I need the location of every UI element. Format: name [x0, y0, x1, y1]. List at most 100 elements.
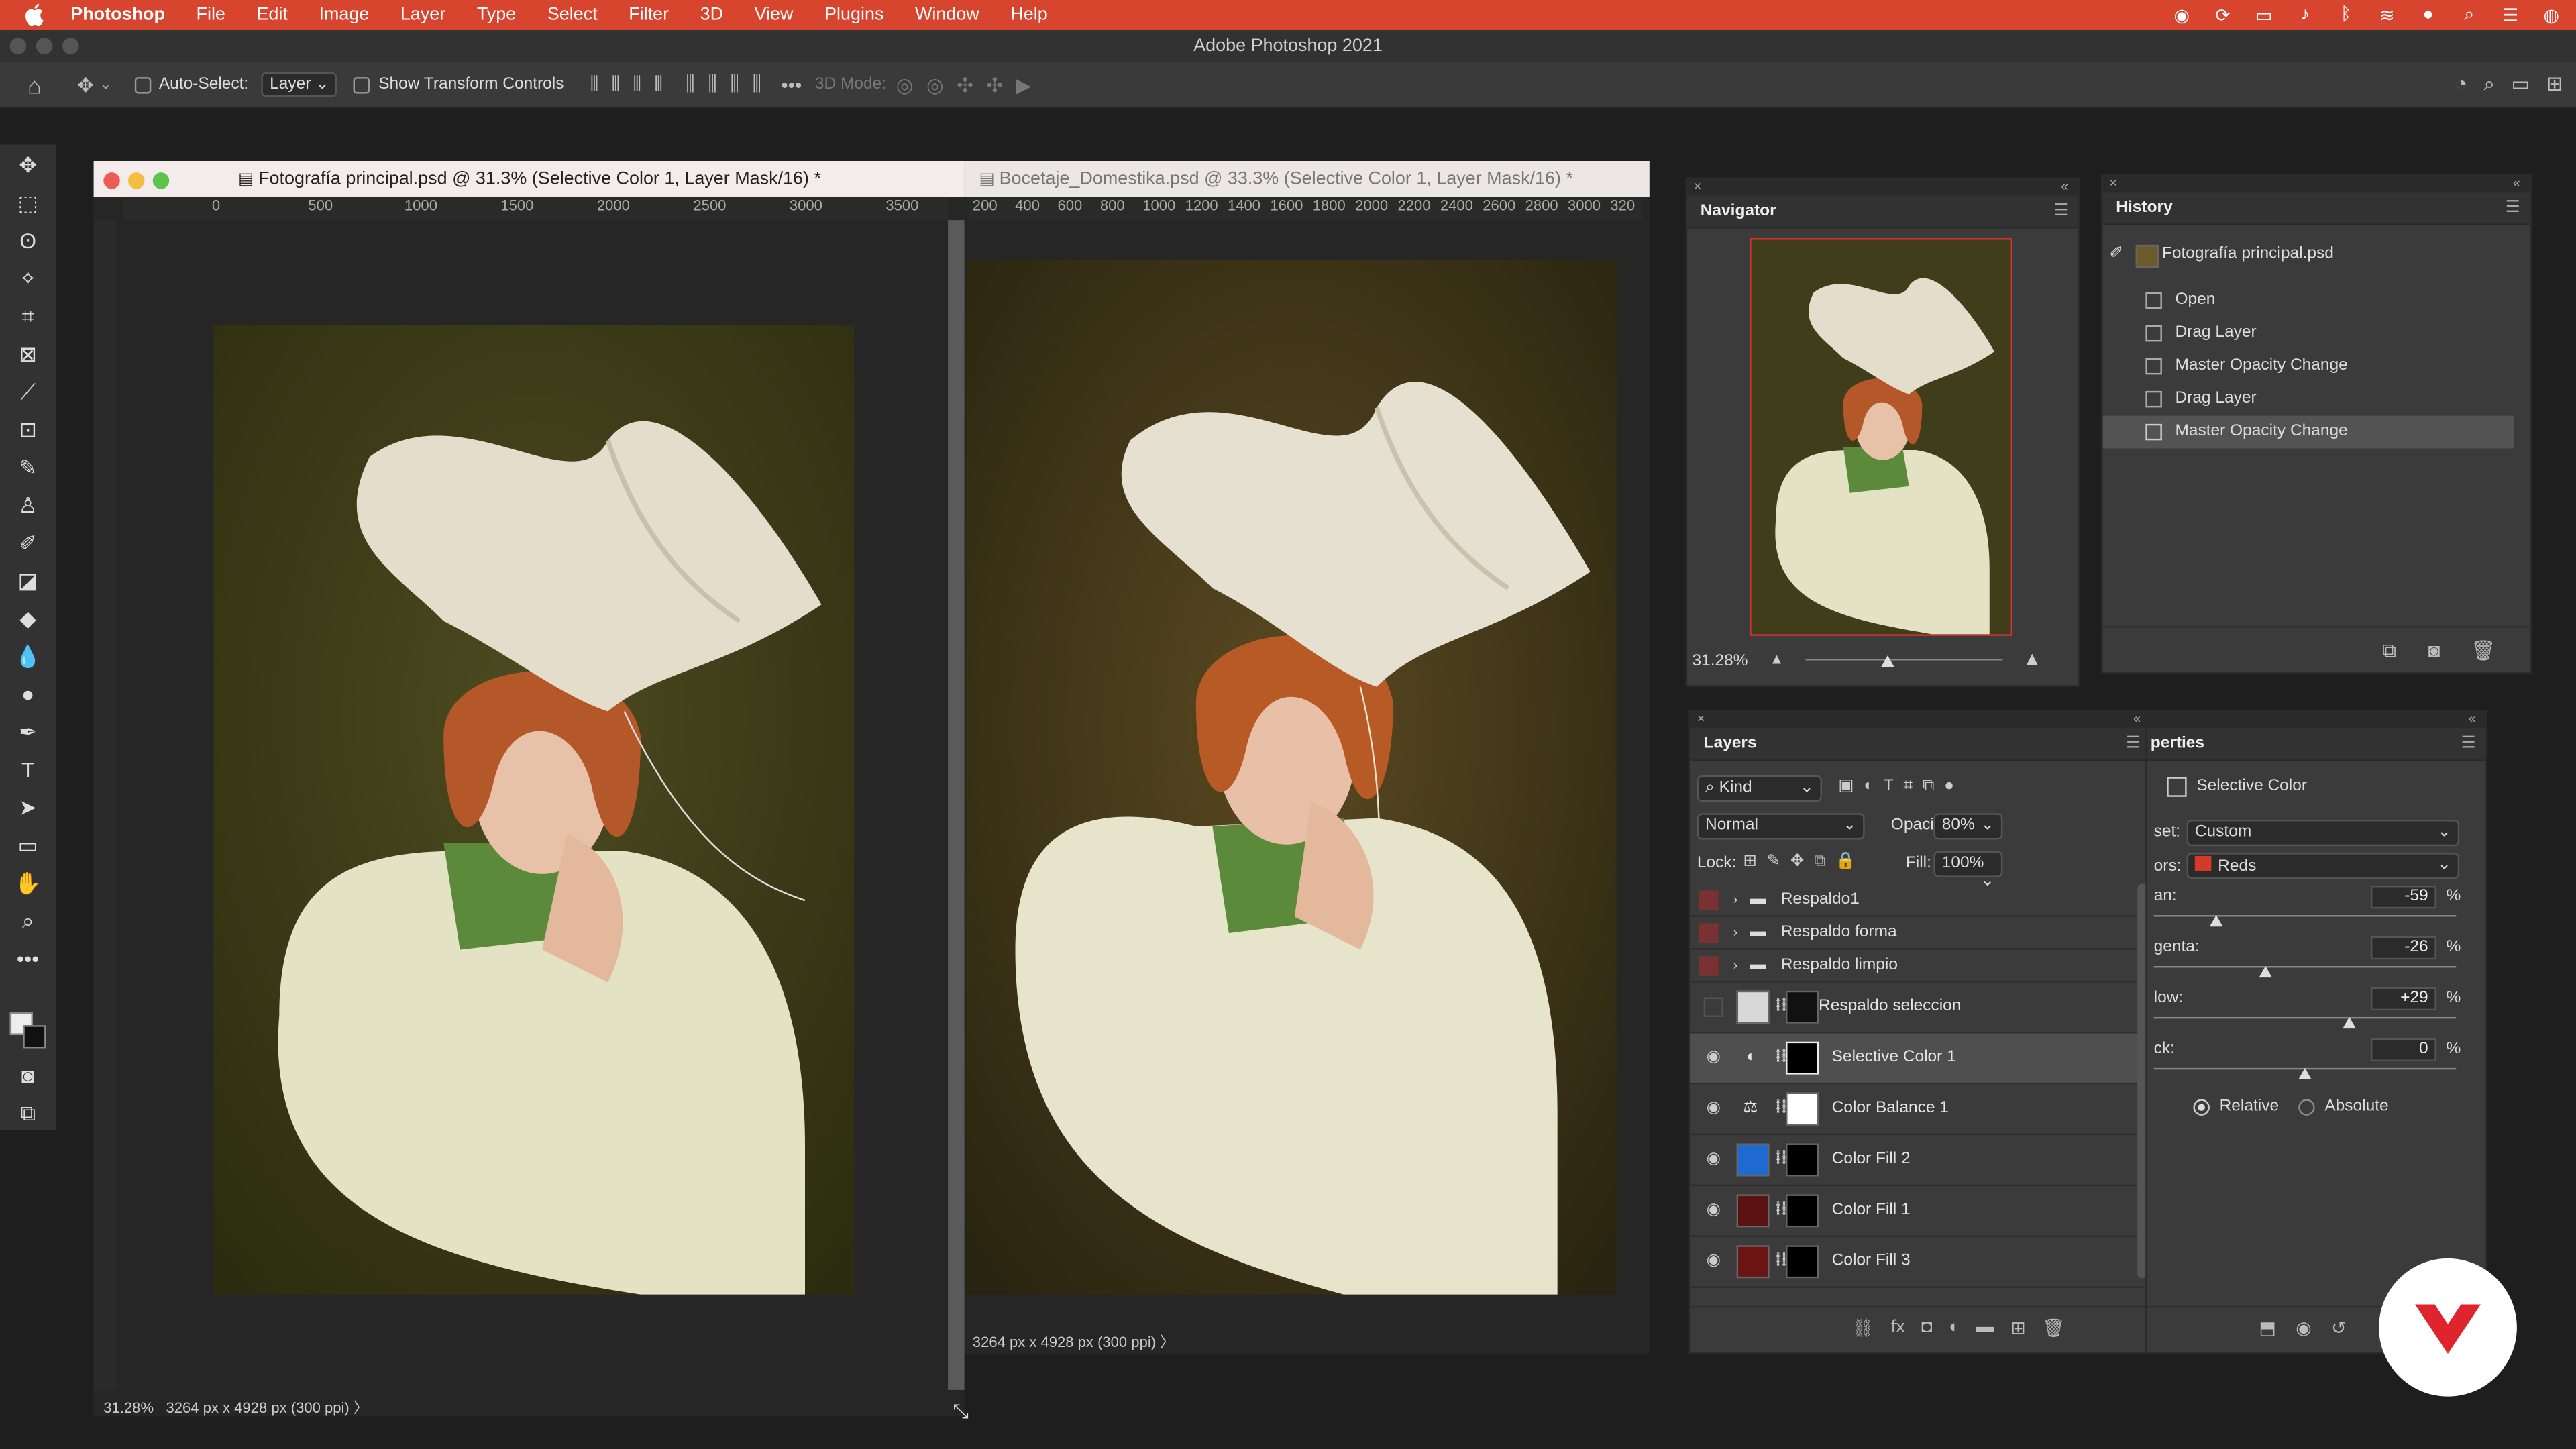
canvas-photo-bocetaje[interactable]	[966, 259, 1617, 1295]
frame-tool-icon[interactable]: ⊠	[13, 340, 43, 370]
menu-type[interactable]: Type	[477, 5, 516, 24]
menu-image[interactable]: Image	[319, 5, 369, 24]
history-item-active[interactable]: Master Opacity Change	[2102, 415, 2514, 449]
dodge-tool-icon[interactable]: ●	[13, 680, 43, 710]
minimize-window-icon[interactable]	[36, 38, 53, 54]
pixel-filter-icon[interactable]: ▣	[1838, 777, 1854, 795]
panel-menu-icon[interactable]: ☰	[2053, 202, 2068, 220]
hidden-visibility-icon[interactable]	[1699, 956, 1719, 976]
layer-color-balance-1[interactable]: ◉ ⚖ ⛓ Color Balance 1	[1690, 1084, 2144, 1136]
close-window-icon[interactable]	[9, 38, 27, 54]
magic-wand-tool-icon[interactable]: ✧	[13, 264, 43, 294]
volume-icon[interactable]: ♪	[2294, 3, 2316, 26]
zoom-readout[interactable]: 31.28%	[103, 1400, 154, 1416]
lock-position-icon[interactable]: ✥	[1790, 853, 1805, 871]
history-title[interactable]: History	[2102, 192, 2530, 225]
eraser-tool-icon[interactable]: ◪	[13, 567, 43, 596]
chevron-down-icon[interactable]: ⌄	[100, 77, 111, 92]
fill-swatch[interactable]	[1736, 1245, 1770, 1279]
fill-swatch[interactable]	[1736, 1194, 1770, 1228]
blur-tool-icon[interactable]: 💧	[13, 643, 43, 672]
siri-icon[interactable]: ◍	[2540, 3, 2563, 26]
lock-all-icon[interactable]: 🔒	[1835, 853, 1856, 871]
healing-tool-icon[interactable]: ⊡	[13, 416, 43, 445]
adjustment-layer-icon[interactable]: ◐	[1949, 1318, 1960, 1339]
menu-select[interactable]: Select	[547, 5, 598, 24]
history-close-bar[interactable]: × «	[2102, 176, 2530, 193]
background-color-swatch[interactable]	[23, 1025, 46, 1049]
fill-swatch[interactable]	[1736, 1143, 1770, 1177]
search-icon[interactable]: ⌕	[2484, 72, 2495, 97]
rectangle-tool-icon[interactable]: ▭	[13, 831, 43, 861]
magenta-value-input[interactable]: -26	[2370, 936, 2436, 960]
edit-toolbar-icon[interactable]: •••	[13, 945, 43, 974]
path-select-tool-icon[interactable]: ➤	[13, 794, 43, 823]
user-icon[interactable]: ●	[2416, 3, 2439, 26]
wifi-icon[interactable]: ≋	[2375, 3, 2398, 26]
panel-menu-icon[interactable]: ☰	[2126, 735, 2141, 753]
layer-respaldo-seleccion[interactable]: ⛓ Respaldo seleccion	[1690, 983, 2144, 1034]
navigator-close-bar[interactable]: × «	[1687, 178, 2078, 196]
panel-menu-icon[interactable]: ☰	[2461, 735, 2476, 753]
mask-thumbnail[interactable]	[1786, 1194, 1819, 1228]
reset-icon[interactable]: ↺	[2331, 1318, 2347, 1339]
fill-input[interactable]: 100% ⌄	[1933, 851, 2003, 890]
lock-artboard-icon[interactable]: ⧉	[1814, 853, 1825, 871]
navigator-zoom-knob[interactable]	[1881, 655, 1894, 667]
panel-menu-icon[interactable]: ☰	[2506, 199, 2520, 217]
zoom-out-icon[interactable]: ▲	[1770, 651, 1784, 667]
navigator-title[interactable]: Navigator	[1687, 195, 2078, 229]
mask-thumbnail[interactable]	[1786, 1092, 1819, 1126]
workspace-icon[interactable]: ▭	[2512, 72, 2530, 97]
trash-icon[interactable]: 🗑	[2471, 639, 2496, 662]
eye-icon[interactable]: ◉	[1704, 1150, 1723, 1169]
spotlight-icon[interactable]: ⌕	[2458, 3, 2481, 26]
menu-layer[interactable]: Layer	[400, 5, 445, 24]
bluetooth-icon[interactable]: ᛒ	[2334, 3, 2357, 26]
vertical-scrollbar[interactable]	[948, 220, 965, 1390]
history-item[interactable]: Drag Layer	[2103, 317, 2514, 350]
layer-color-fill-2[interactable]: ◉ ⛓ Color Fill 2	[1690, 1135, 2144, 1187]
panels-icon[interactable]: ⊞	[2546, 72, 2563, 97]
lasso-tool-icon[interactable]: ʘ	[13, 227, 43, 256]
new-layer-icon[interactable]: ⊞	[2010, 1318, 2026, 1339]
eye-icon[interactable]: ◉	[1704, 1201, 1723, 1220]
move-tool-icon[interactable]: ✥	[13, 151, 43, 180]
menu-app-photoshop[interactable]: Photoshop	[70, 5, 165, 24]
cyan-value-input[interactable]: -59	[2370, 885, 2436, 909]
layer-selective-color-1[interactable]: ◉ ◐ ⛓ Selective Color 1	[1690, 1033, 2144, 1085]
magenta-slider-knob[interactable]	[2259, 966, 2273, 978]
new-group-icon[interactable]: ▬	[1976, 1318, 1994, 1339]
visibility-off-icon[interactable]	[1703, 997, 1724, 1017]
black-value-input[interactable]: 0	[2370, 1038, 2436, 1062]
chevron-right-icon[interactable]: ›	[1733, 884, 1738, 917]
smart-object-filter-icon[interactable]: ⧉	[1923, 777, 1934, 795]
move-tool-icon[interactable]: ✥	[74, 73, 97, 96]
menu-edit[interactable]: Edit	[256, 5, 287, 24]
auto-select-checkbox[interactable]	[134, 76, 151, 93]
minimize-doc-icon[interactable]	[128, 172, 145, 189]
history-item[interactable]: Master Opacity Change	[2103, 350, 2514, 383]
3d-mode-buttons[interactable]: ◎◎✣✣▶	[896, 73, 1044, 96]
eye-icon[interactable]: ◉	[1704, 1048, 1723, 1067]
yellow-value-input[interactable]: +29	[2370, 987, 2436, 1011]
brush-tool-icon[interactable]: ✎	[13, 453, 43, 483]
layer-group-respaldo-forma[interactable]: › ▬ Respaldo forma	[1690, 917, 2138, 950]
history-snapshot[interactable]: ✐ Fotografía principal.psd	[2103, 238, 2530, 271]
zoom-tool-icon[interactable]: ⌕	[13, 907, 43, 936]
adjustment-filter-icon[interactable]: ◐	[1864, 777, 1874, 795]
preset-dropdown[interactable]: Custom ⌄	[2186, 820, 2460, 847]
lock-pixels-icon[interactable]: ✎	[1767, 853, 1781, 871]
document-tab-bocetaje[interactable]: ▤ Bocetaje_Domestika.psd @ 33.3% (Select…	[963, 161, 1650, 197]
hand-tool-icon[interactable]: ✋	[13, 869, 43, 899]
menu-3d[interactable]: 3D	[700, 5, 723, 24]
quick-mask-icon[interactable]: ◙	[13, 1061, 43, 1091]
clip-to-layer-icon[interactable]: ⬒	[2259, 1318, 2275, 1339]
history-item[interactable]: Drag Layer	[2103, 383, 2514, 416]
control-center-icon[interactable]: ☰	[2499, 3, 2522, 26]
creative-cloud-icon[interactable]: ◉	[2170, 3, 2193, 26]
menu-view[interactable]: View	[755, 5, 794, 24]
menu-filter[interactable]: Filter	[629, 5, 669, 24]
layer-group-respaldo-limpio[interactable]: › ▬ Respaldo limpio	[1690, 950, 2138, 983]
fx-icon[interactable]: fx	[1891, 1318, 1905, 1339]
